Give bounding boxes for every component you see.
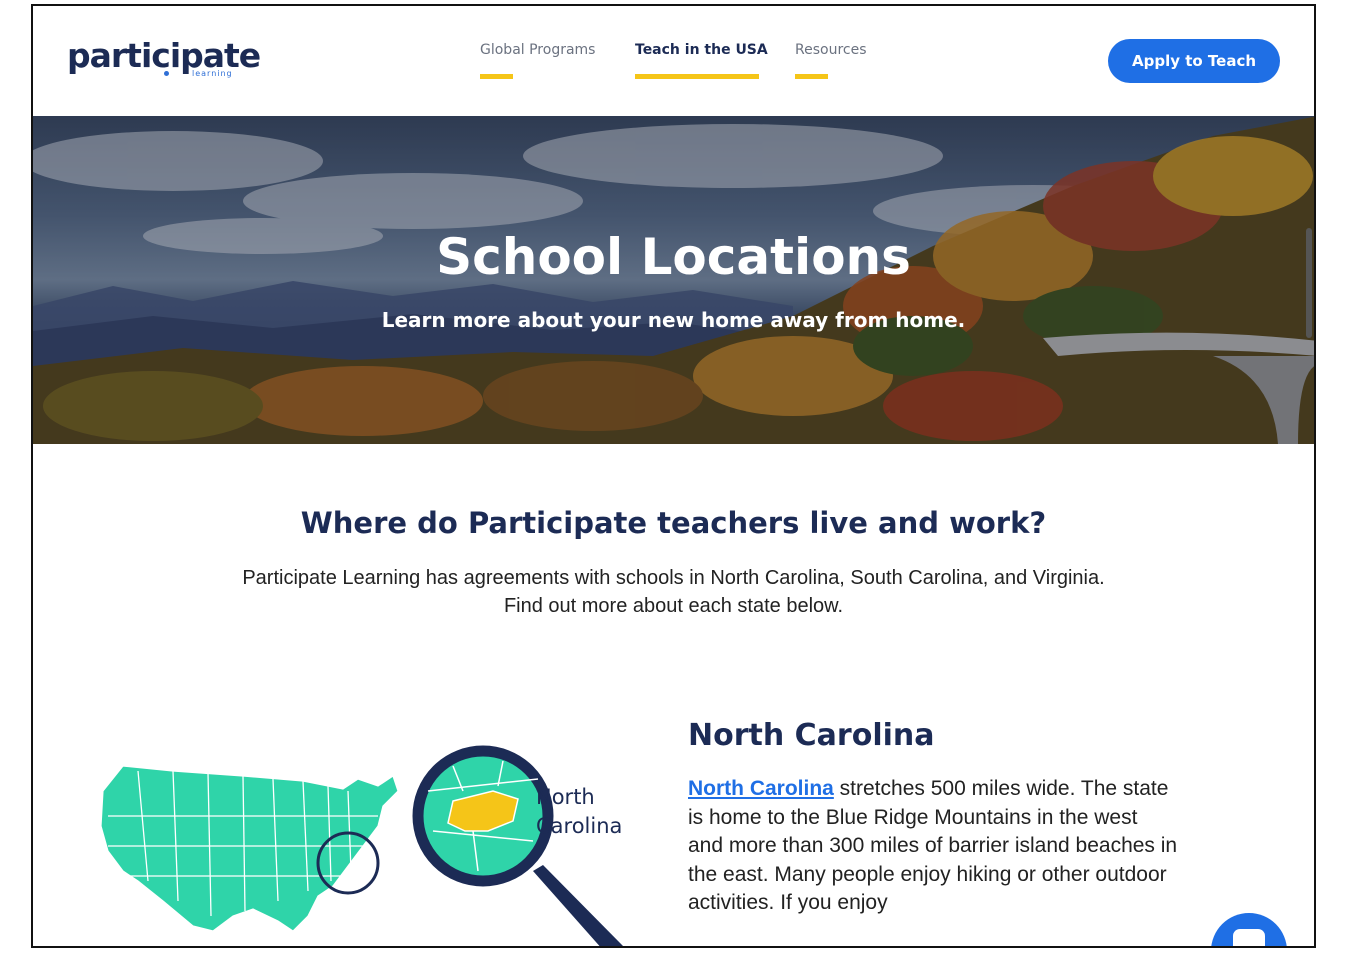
- hero-subtitle: Learn more about your new home away from…: [381, 308, 966, 332]
- page-frame: participate learning Global Programs Tea…: [31, 4, 1316, 948]
- nav-teach-in-the-usa[interactable]: Teach in the USA: [635, 42, 768, 58]
- hero-scrollbar[interactable]: [1306, 228, 1312, 338]
- nav-resources[interactable]: Resources: [795, 42, 867, 58]
- hero-title: School Locations: [436, 228, 911, 286]
- logo-dot: [164, 71, 169, 76]
- logo-subtext: learning: [192, 69, 233, 78]
- section-intro: Participate Learning has agreements with…: [33, 564, 1314, 620]
- state-heading: North Carolina: [688, 718, 935, 753]
- nav-global-programs[interactable]: Global Programs: [480, 42, 595, 58]
- intro-line-2: Find out more about each state below.: [503, 595, 844, 617]
- section-title: Where do Participate teachers live and w…: [300, 506, 1047, 540]
- map-label-line-2: Carolina: [536, 814, 623, 838]
- chat-widget-button[interactable]: [1211, 913, 1287, 946]
- map-label-line-1: North: [536, 785, 595, 809]
- nav-teach-in-the-usa-underline: [635, 74, 759, 79]
- intro-line-1: Participate Learning has agreements with…: [242, 567, 1105, 589]
- nav-global-programs-underline: [480, 74, 513, 79]
- map-label: North Carolina: [536, 783, 622, 841]
- north-carolina-link[interactable]: North Carolina: [688, 777, 834, 800]
- site-header: participate learning Global Programs Tea…: [33, 6, 1314, 116]
- nav-resources-underline: [795, 74, 828, 79]
- participate-logo[interactable]: participate learning: [67, 36, 261, 78]
- hero-banner: School Locations Learn more about your n…: [33, 116, 1314, 444]
- apply-to-teach-button[interactable]: Apply to Teach: [1108, 39, 1280, 83]
- state-description: North Carolina stretches 500 miles wide.…: [688, 775, 1178, 918]
- chat-bubble-icon: [1233, 929, 1265, 946]
